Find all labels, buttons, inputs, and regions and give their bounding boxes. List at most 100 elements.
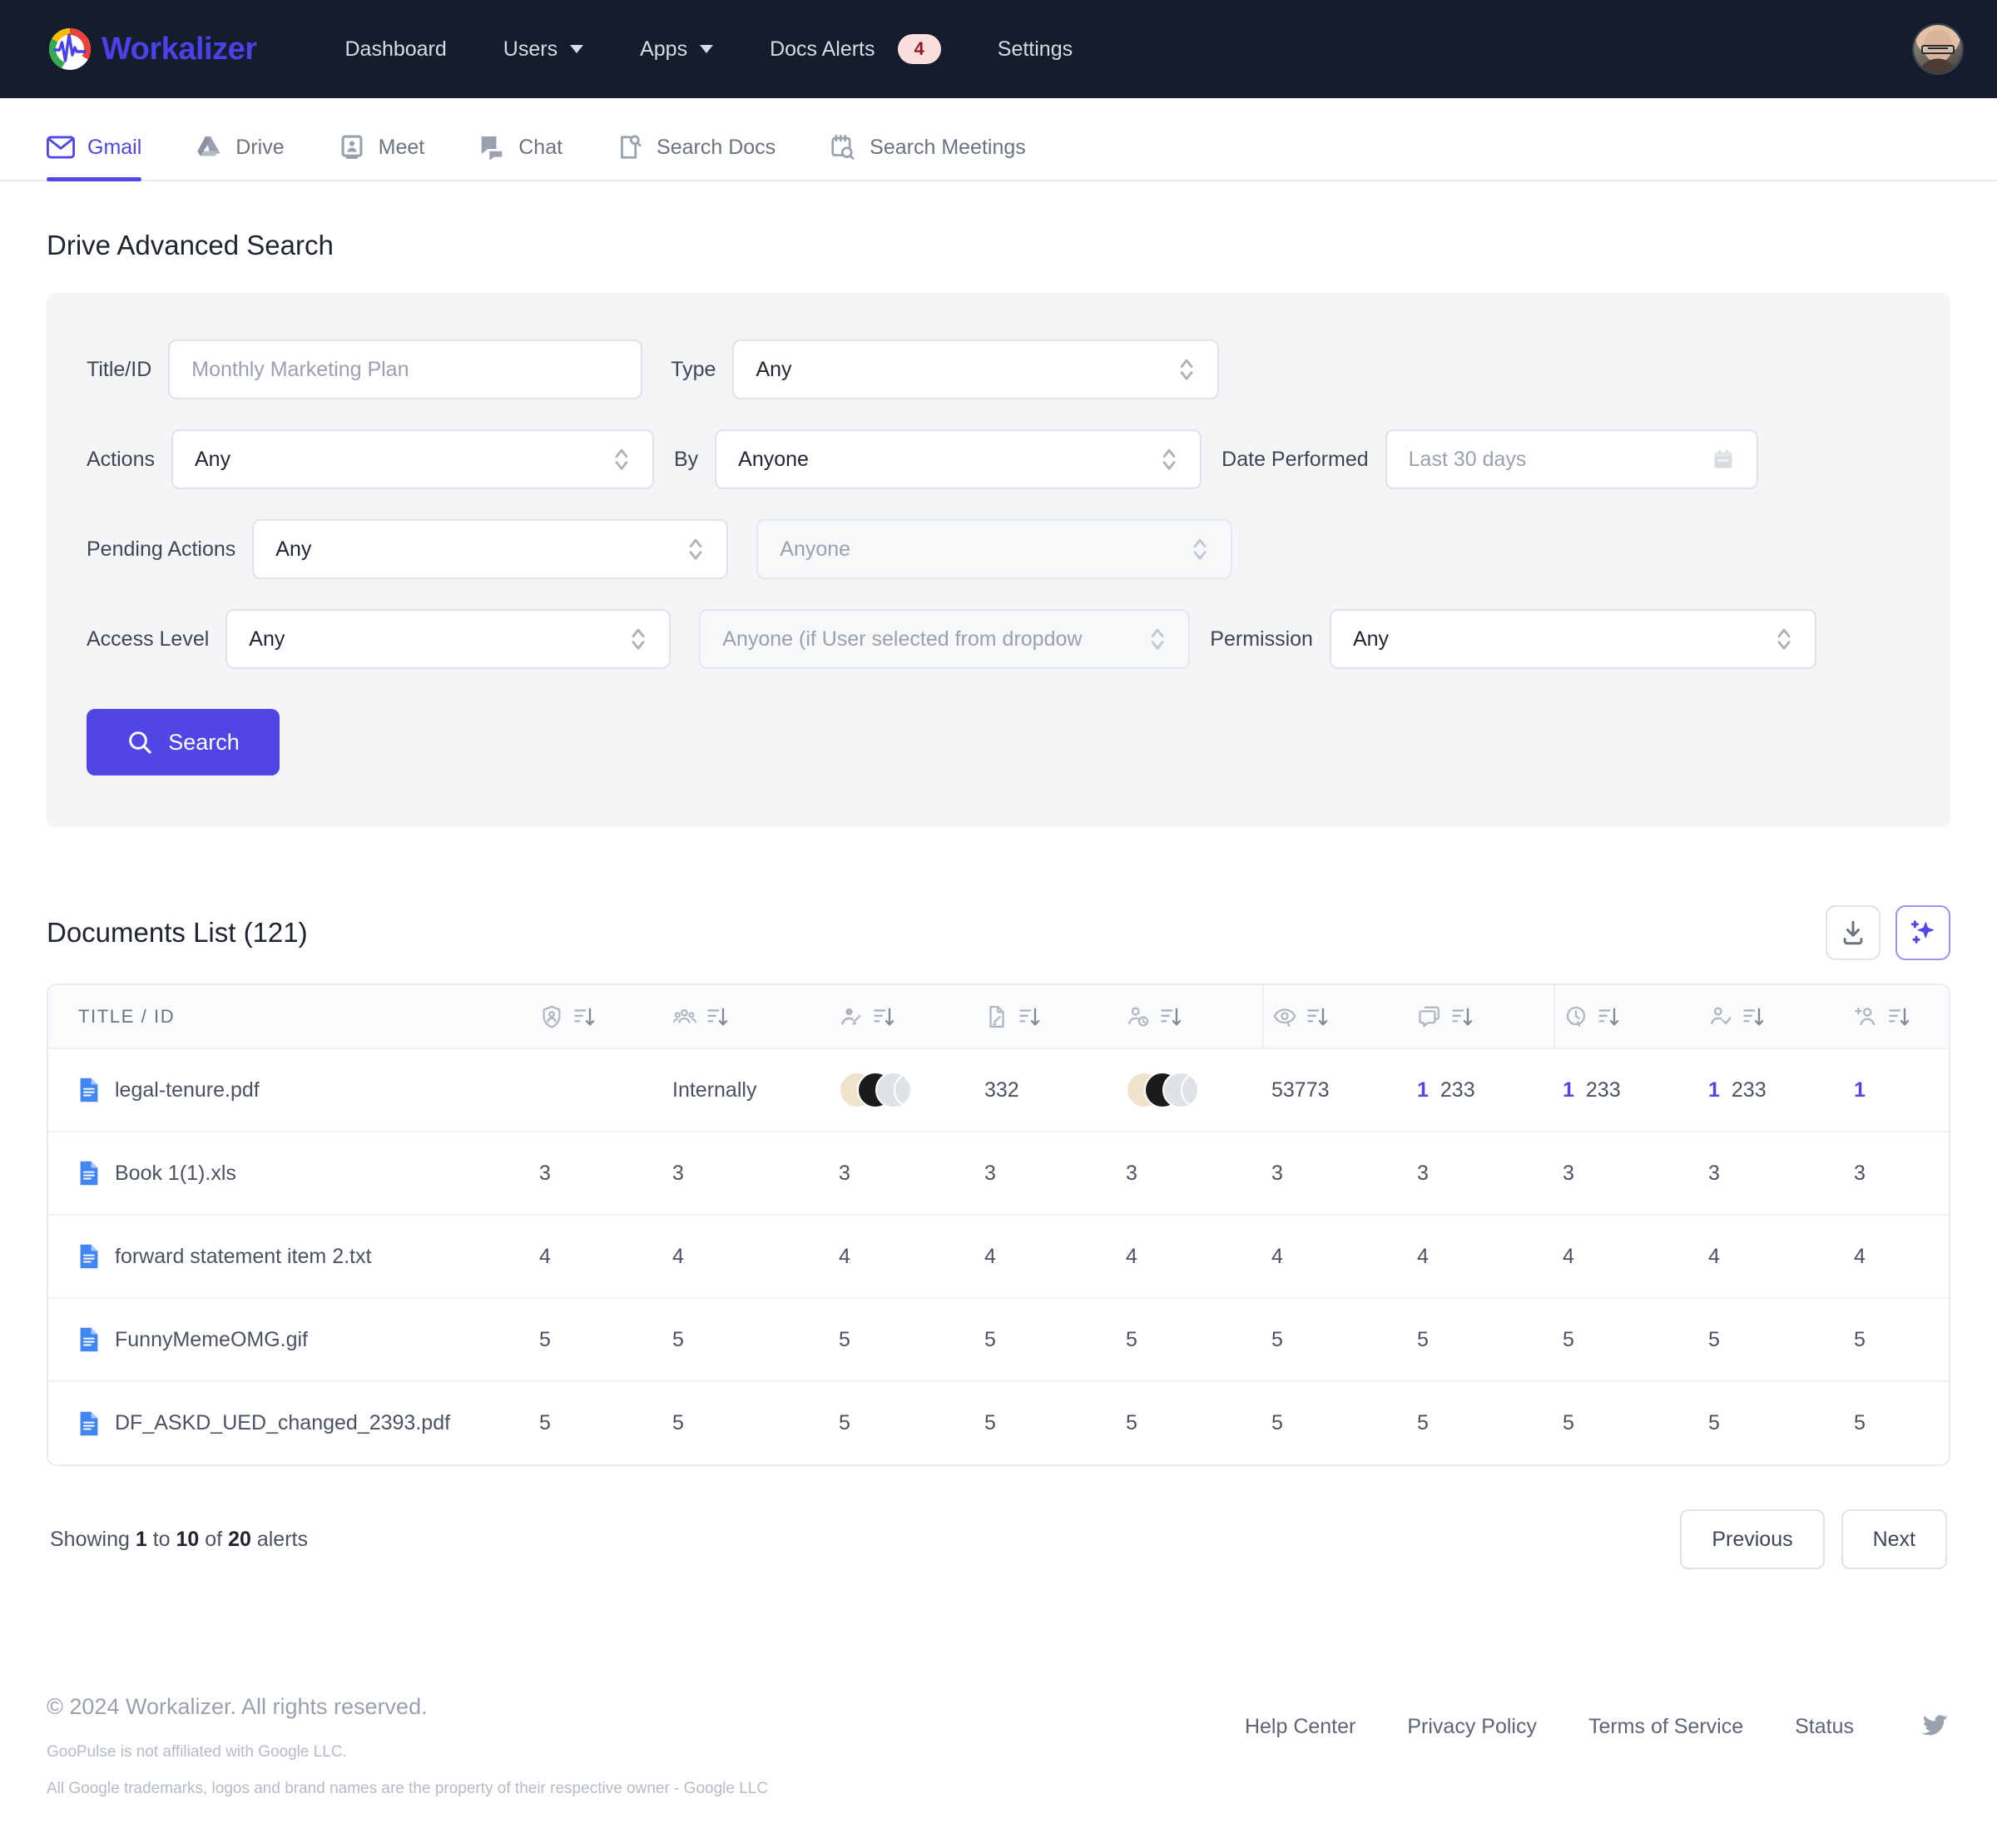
column-header-editors[interactable] [830, 985, 976, 1049]
type-label: Type [671, 357, 716, 381]
next-page-button[interactable]: Next [1841, 1509, 1947, 1569]
cell-owner [531, 1048, 664, 1132]
ai-assist-button[interactable] [1895, 905, 1950, 960]
document-link: forward statement item 2.txt [78, 1243, 523, 1270]
tab-chat[interactable]: Chat [478, 135, 586, 180]
drive-icon [197, 136, 221, 156]
pending-actions-select[interactable]: Any [252, 519, 729, 579]
file-edit-icon [989, 1005, 1004, 1028]
search-button[interactable]: Search [87, 709, 280, 775]
summary-total: 20 [228, 1527, 251, 1551]
cell-editors: 5 [830, 1298, 976, 1382]
footer-copyright: © 2024 Workalizer. All rights reserved. [47, 1694, 428, 1719]
nav-item-docs-alerts[interactable]: Docs Alerts 4 [741, 33, 969, 65]
cell-invites: 3 [1846, 1132, 1949, 1216]
tab-label: Gmail [87, 135, 142, 159]
table-row[interactable]: legal-tenure.pdf Internally 332 53773 1 … [48, 1048, 1949, 1132]
date-performed-input[interactable]: Last 30 days [1385, 429, 1758, 489]
search-button-label: Search [168, 729, 240, 755]
permission-select[interactable]: Any [1329, 609, 1816, 669]
user-clock-icon [1128, 1007, 1149, 1027]
cell-title[interactable]: DF_ASKD_UED_changed_2393.pdf [48, 1381, 531, 1464]
nav-item-users[interactable]: Users [475, 37, 612, 62]
cell-approved[interactable]: 1 233 [1700, 1048, 1846, 1132]
access-level-select[interactable]: Any [225, 609, 671, 669]
column-header-views[interactable] [1262, 985, 1409, 1049]
file-doc-icon [80, 1078, 98, 1102]
chevron-updown-icon [1777, 628, 1791, 650]
column-header-invites[interactable] [1846, 985, 1949, 1049]
cell-shared: 5 [664, 1298, 830, 1382]
invites-link[interactable]: 1 [1854, 1078, 1866, 1102]
pending-actions-by-select[interactable]: Anyone [756, 519, 1233, 579]
column-header-shared[interactable] [664, 985, 830, 1049]
documents-table-body: legal-tenure.pdf Internally 332 53773 1 … [48, 1048, 1949, 1464]
table-row[interactable]: forward statement item 2.txt 4 4 4 4 4 4… [48, 1215, 1949, 1299]
type-select[interactable]: Any [732, 339, 1220, 399]
gmail-icon [47, 136, 75, 159]
nav-item-dashboard[interactable]: Dashboard [316, 37, 474, 62]
column-header-title[interactable]: TITLE / ID [48, 985, 531, 1049]
sort-descending-icon [1889, 1008, 1910, 1025]
cell-invites[interactable]: 1 [1846, 1048, 1949, 1132]
main-nav-links: Dashboard Users Apps Docs Alerts 4 Setti… [316, 33, 1101, 65]
document-link: FunnyMemeOMG.gif [78, 1326, 523, 1353]
sort-descending-icon [574, 1008, 595, 1025]
previous-page-button[interactable]: Previous [1680, 1509, 1825, 1569]
permission-label: Permission [1210, 627, 1313, 651]
footer-link-privacy-policy[interactable]: Privacy Policy [1407, 1715, 1537, 1739]
users-group-icon [673, 1008, 696, 1023]
cell-title[interactable]: forward statement item 2.txt [48, 1215, 531, 1299]
search-meetings-icon [831, 135, 855, 160]
tab-gmail[interactable]: Gmail [47, 135, 165, 181]
comments-link[interactable]: 1 [1417, 1078, 1429, 1102]
footer-link-help-center[interactable]: Help Center [1245, 1715, 1355, 1739]
approved-link[interactable]: 1 [1708, 1078, 1720, 1102]
nav-item-label: Users [503, 37, 558, 61]
summary-mid2: of [199, 1527, 229, 1551]
chevron-updown-icon [1181, 359, 1193, 380]
cell-invites: 5 [1846, 1298, 1949, 1382]
tab-meet[interactable]: Meet [338, 135, 448, 180]
pending-link[interactable]: 1 [1563, 1078, 1574, 1102]
actions-select[interactable]: Any [171, 429, 654, 489]
footer-left: © 2024 Workalizer. All rights reserved. … [47, 1694, 768, 1798]
column-header-approved[interactable] [1700, 985, 1846, 1049]
column-header-viewers[interactable] [1117, 985, 1263, 1049]
column-header-owner[interactable] [531, 985, 664, 1049]
tab-search-meetings[interactable]: Search Meetings [829, 135, 1049, 180]
footer-link-status[interactable]: Status [1795, 1715, 1854, 1739]
access-level-user-select[interactable]: Anyone (if User selected from dropdow [699, 609, 1191, 669]
pending-actions-by-value: Anyone [780, 537, 851, 561]
document-link: DF_ASKD_UED_changed_2393.pdf [78, 1410, 523, 1437]
download-button[interactable] [1826, 905, 1881, 960]
table-row[interactable]: FunnyMemeOMG.gif 5 5 5 5 5 5 5 5 5 5 [48, 1298, 1949, 1382]
brand-logo[interactable]: Workalizer [47, 26, 257, 72]
cell-invites: 4 [1846, 1215, 1949, 1299]
cell-title[interactable]: Book 1(1).xls [48, 1132, 531, 1216]
cell-pending: 4 [1554, 1215, 1700, 1299]
cell-comments[interactable]: 1 233 [1409, 1048, 1554, 1132]
table-row[interactable]: Book 1(1).xls 3 3 3 3 3 3 3 3 3 3 [48, 1132, 1949, 1216]
nav-item-label: Apps [640, 37, 688, 61]
cell-title[interactable]: legal-tenure.pdf [48, 1048, 531, 1132]
documents-list-header: Documents List (121) [47, 905, 1950, 960]
table-row[interactable]: DF_ASKD_UED_changed_2393.pdf 5 5 5 5 5 5… [48, 1381, 1949, 1464]
column-header-pending[interactable] [1553, 985, 1700, 1049]
tab-drive[interactable]: Drive [195, 135, 307, 180]
footer-link-terms-of-service[interactable]: Terms of Service [1588, 1715, 1743, 1739]
cell-title[interactable]: FunnyMemeOMG.gif [48, 1298, 531, 1382]
approved-count: 233 [1731, 1078, 1767, 1102]
column-header-revisions[interactable] [976, 985, 1117, 1049]
title-id-input[interactable]: Monthly Marketing Plan [168, 339, 643, 399]
nav-item-apps[interactable]: Apps [612, 37, 741, 62]
user-avatar-button[interactable] [1912, 23, 1964, 75]
column-header-comments[interactable] [1409, 985, 1554, 1049]
twitter-icon[interactable] [1919, 1711, 1950, 1742]
cell-pending[interactable]: 1 233 [1554, 1048, 1700, 1132]
actions-select-value: Any [194, 447, 231, 471]
by-select[interactable]: Anyone [715, 429, 1202, 489]
tab-search-docs[interactable]: Search Docs [616, 135, 799, 180]
nav-item-settings[interactable]: Settings [969, 37, 1101, 62]
advanced-search-panel: Title/ID Monthly Marketing Plan Type Any… [47, 293, 1950, 827]
